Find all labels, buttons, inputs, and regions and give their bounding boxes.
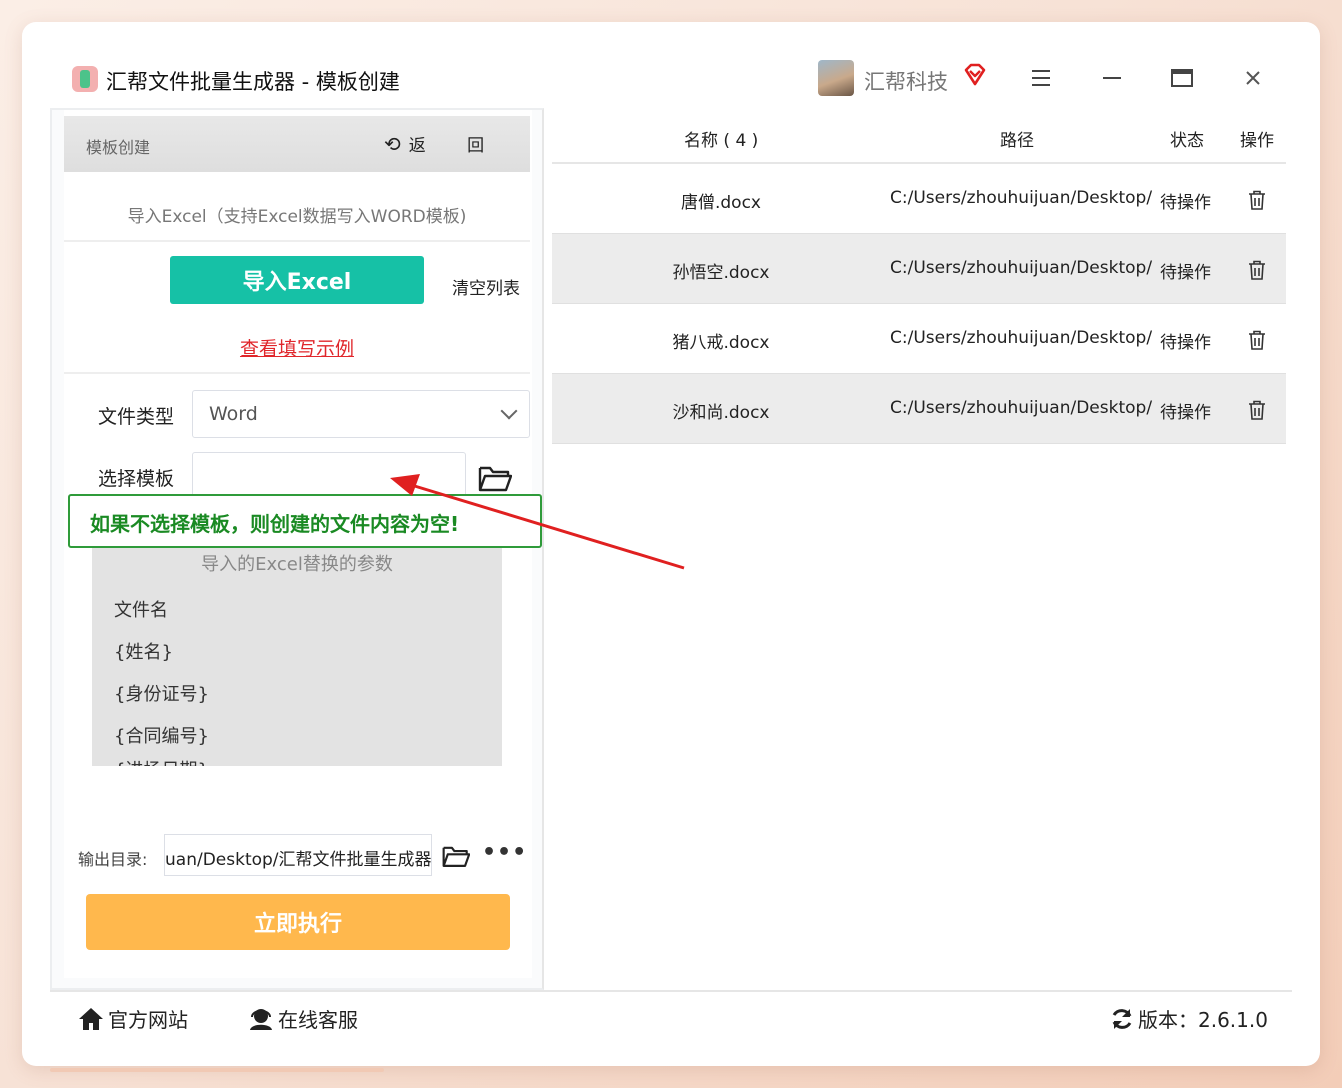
version-label: 版本：2.6.1.0: [1138, 1008, 1268, 1032]
clear-list-button[interactable]: 清空列表: [452, 274, 520, 299]
header-action: 操作: [1240, 131, 1274, 151]
more-options-button[interactable]: •••: [482, 840, 527, 865]
panel-title: 模板创建: [86, 138, 151, 157]
file-type-label: 文件类型: [98, 406, 175, 428]
home-icon: [79, 1007, 103, 1030]
app-logo-icon: [72, 66, 98, 92]
output-dir-input[interactable]: uan/Desktop/汇帮文件批量生成器: [164, 834, 432, 876]
user-avatar[interactable]: [818, 60, 854, 96]
back-button[interactable]: ⟲ 返 回: [384, 131, 503, 157]
row-path: C:/Users/zhouhuijuan/Desktop/: [890, 258, 1153, 278]
template-label: 选择模板: [98, 468, 175, 490]
status-bar: 官方网站 在线客服 版本：2.6.1.0: [50, 990, 1292, 1040]
template-input[interactable]: [192, 452, 466, 500]
trash-icon[interactable]: [1248, 330, 1266, 350]
warning-text: 如果不选择模板，则创建的文件内容为空!: [90, 512, 460, 536]
version-info[interactable]: 版本：2.6.1.0: [1110, 1004, 1268, 1033]
row-state: 待操作: [1160, 193, 1211, 213]
brand-name: 汇帮科技: [864, 70, 948, 94]
service-label: 在线客服: [278, 1008, 358, 1032]
import-excel-button[interactable]: 导入Excel: [170, 256, 424, 304]
app-window: 汇帮文件批量生成器 - 模板创建 汇帮科技 模板创建 ⟲ 返 回 导入Excel…: [22, 22, 1320, 1066]
online-service-link[interactable]: 在线客服: [248, 1004, 358, 1033]
param-item: {身份证号}: [114, 684, 209, 705]
close-icon[interactable]: [1237, 62, 1269, 94]
support-agent-icon: [250, 1008, 272, 1030]
trash-icon[interactable]: [1248, 400, 1266, 420]
file-table: 名称 ( 4 ) 路径 状态 操作 唐僧.docx C:/Users/zhouh…: [552, 108, 1286, 444]
view-example-link[interactable]: 查看填写示例: [64, 334, 530, 361]
row-state: 待操作: [1160, 263, 1211, 283]
divider: [64, 372, 530, 374]
param-item: {合同编号}: [114, 726, 209, 747]
window-title: 汇帮文件批量生成器 - 模板创建: [106, 70, 400, 94]
excel-params-panel: 导入的Excel替换的参数 文件名 {姓名} {身份证号} {合同编号} {进场…: [92, 548, 502, 766]
file-type-select[interactable]: Word: [192, 390, 530, 438]
param-item: {姓名}: [114, 642, 173, 663]
table-row[interactable]: 猪八戒.docx C:/Users/zhouhuijuan/Desktop/ 待…: [552, 304, 1286, 374]
param-item: 文件名: [114, 600, 168, 621]
back-label: 返 回: [408, 136, 503, 156]
table-header: 名称 ( 4 ) 路径 状态 操作: [552, 108, 1286, 164]
table-row[interactable]: 沙和尚.docx C:/Users/zhouhuijuan/Desktop/ 待…: [552, 374, 1286, 444]
maximize-icon[interactable]: [1166, 62, 1198, 94]
website-label: 官方网站: [108, 1008, 188, 1032]
row-name: 沙和尚.docx: [672, 403, 770, 423]
param-item: {进场日期}: [114, 756, 209, 766]
output-dir-label: 输出目录:: [78, 850, 148, 869]
row-name: 唐僧.docx: [680, 193, 761, 213]
undo-arrow-icon: ⟲: [384, 131, 401, 156]
refresh-icon: [1112, 1008, 1132, 1029]
folder-icon[interactable]: [478, 464, 512, 492]
left-panel: 模板创建 ⟲ 返 回 导入Excel（支持Excel数据写入WORD模板) 导入…: [50, 108, 544, 990]
file-type-value: Word: [209, 403, 258, 425]
template-form: 模板创建 ⟲ 返 回 导入Excel（支持Excel数据写入WORD模板) 导入…: [64, 110, 542, 978]
empty-template-warning: 如果不选择模板，则创建的文件内容为空!: [68, 494, 542, 548]
header-name: 名称 ( 4 ): [684, 131, 759, 151]
params-title: 导入的Excel替换的参数: [201, 554, 393, 575]
row-state: 待操作: [1160, 403, 1211, 423]
scrollbar[interactable]: [50, 1068, 384, 1072]
row-path: C:/Users/zhouhuijuan/Desktop/: [890, 328, 1153, 348]
divider: [64, 240, 530, 242]
table-row[interactable]: 唐僧.docx C:/Users/zhouhuijuan/Desktop/ 待操…: [552, 164, 1286, 234]
table-row[interactable]: 孙悟空.docx C:/Users/zhouhuijuan/Desktop/ 待…: [552, 234, 1286, 304]
panel-header: 模板创建 ⟲ 返 回: [64, 116, 530, 172]
import-description: 导入Excel（支持Excel数据写入WORD模板): [127, 207, 467, 227]
row-path: C:/Users/zhouhuijuan/Desktop/: [890, 398, 1153, 418]
header-path: 路径: [1000, 131, 1034, 151]
trash-icon[interactable]: [1248, 190, 1266, 210]
chevron-down-icon: [500, 402, 518, 420]
title-bar: 汇帮文件批量生成器 - 模板创建 汇帮科技: [22, 22, 1320, 108]
trash-icon[interactable]: [1248, 260, 1266, 280]
header-state: 状态: [1170, 131, 1204, 151]
vip-diamond-icon[interactable]: [962, 62, 988, 88]
menu-icon[interactable]: [1025, 62, 1057, 94]
minimize-icon[interactable]: [1096, 62, 1128, 94]
official-website-link[interactable]: 官方网站: [78, 1004, 188, 1033]
row-state: 待操作: [1160, 333, 1211, 353]
output-folder-icon[interactable]: [442, 844, 470, 868]
row-path: C:/Users/zhouhuijuan/Desktop/: [890, 188, 1153, 208]
execute-button[interactable]: 立即执行: [86, 894, 510, 950]
row-name: 猪八戒.docx: [672, 333, 770, 353]
row-name: 孙悟空.docx: [672, 263, 770, 283]
output-dir-value: uan/Desktop/汇帮文件批量生成器: [165, 850, 432, 870]
